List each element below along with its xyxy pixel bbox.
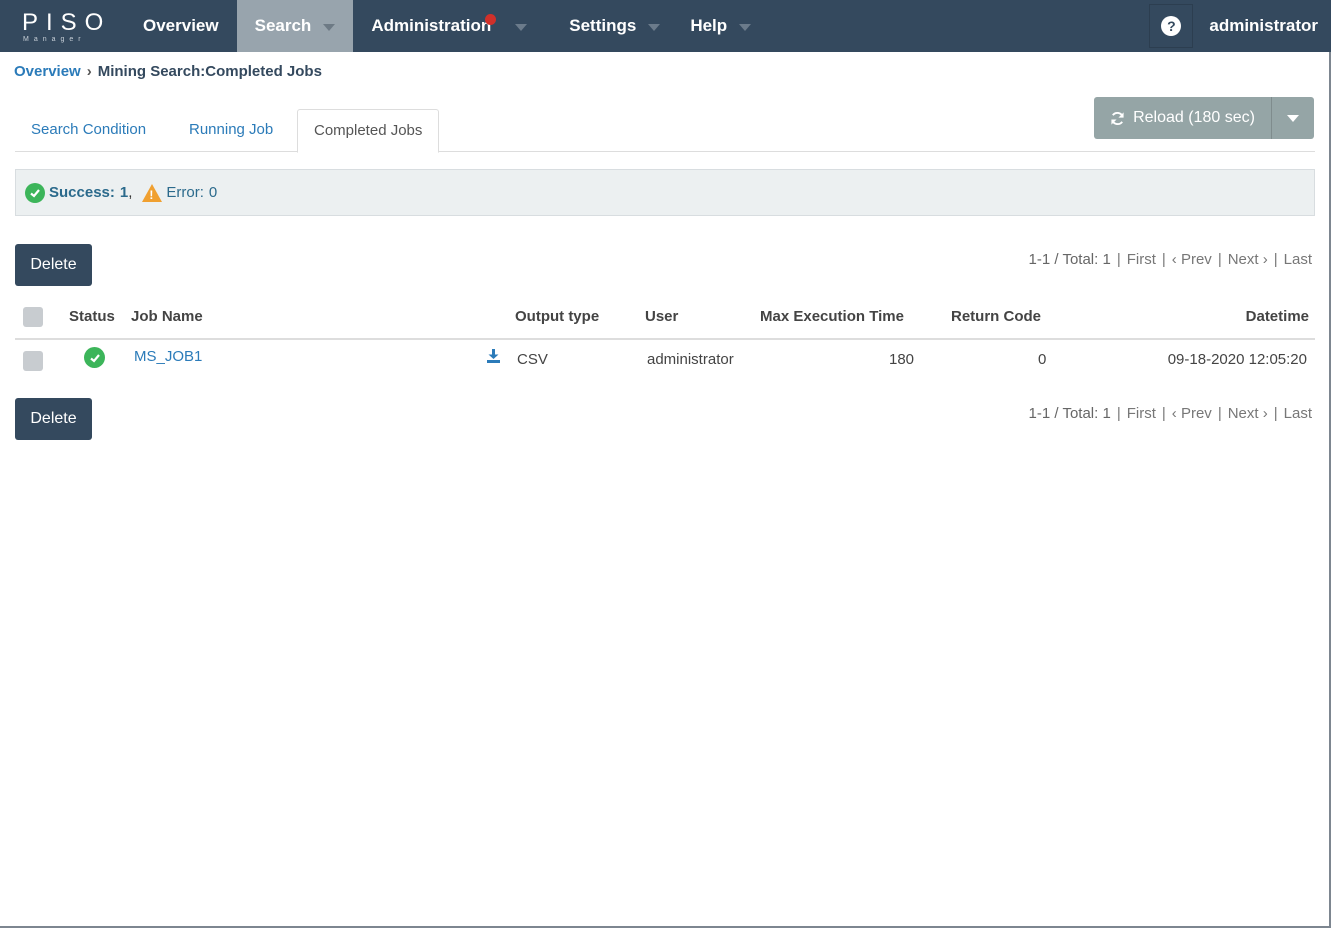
pagination-first[interactable]: First bbox=[1127, 405, 1156, 422]
pagination-separator: | bbox=[1161, 251, 1166, 268]
breadcrumb-current: Mining Search:Completed Jobs bbox=[97, 63, 322, 80]
job-status-summary: Success: 1 , ! Error: 0 bbox=[15, 169, 1315, 216]
success-label: Success: bbox=[49, 184, 115, 201]
status-comma: , bbox=[128, 184, 133, 201]
breadcrumb-overview-link[interactable]: Overview bbox=[14, 63, 81, 80]
pagination-first[interactable]: First bbox=[1127, 251, 1156, 268]
header-return-code[interactable]: Return Code bbox=[951, 308, 1041, 325]
logo-text: PISO bbox=[22, 9, 112, 36]
select-all-checkbox[interactable] bbox=[23, 307, 43, 327]
nav-overview[interactable]: Overview bbox=[124, 0, 237, 52]
success-check-icon bbox=[25, 182, 45, 203]
user-cell: administrator bbox=[647, 351, 734, 368]
pagination-separator: | bbox=[1116, 405, 1121, 422]
tab-search-condition[interactable]: Search Condition bbox=[15, 109, 162, 152]
breadcrumb-separator: › bbox=[86, 63, 92, 80]
chevron-down-icon bbox=[648, 23, 661, 31]
user-menu[interactable]: administrator bbox=[1209, 16, 1318, 36]
tab-running-job[interactable]: Running Job bbox=[173, 109, 289, 152]
header-user[interactable]: User bbox=[645, 308, 678, 325]
question-icon: ? bbox=[1161, 16, 1182, 36]
tab-completed-jobs[interactable]: Completed Jobs bbox=[297, 109, 440, 153]
output-type-cell: CSV bbox=[517, 351, 548, 368]
pagination-top: 1-1 / Total: 1 | First | ‹ Prev | Next ›… bbox=[1029, 251, 1312, 268]
pagination-prev[interactable]: ‹ Prev bbox=[1172, 405, 1212, 422]
chevron-down-icon bbox=[739, 23, 752, 31]
breadcrumb: Overview › Mining Search:Completed Jobs bbox=[14, 63, 322, 80]
max-exec-cell: 180 bbox=[889, 351, 915, 368]
completed-jobs-table: Status Job Name Output type User Max Exe… bbox=[15, 297, 1315, 378]
row-checkbox[interactable] bbox=[23, 351, 43, 371]
reload-dropdown-toggle[interactable] bbox=[1271, 97, 1314, 139]
pagination-separator: | bbox=[1273, 405, 1278, 422]
nav-search[interactable]: Search bbox=[236, 0, 354, 52]
nav-settings-label: Settings bbox=[569, 16, 637, 35]
reload-button[interactable]: Reload (180 sec) bbox=[1094, 97, 1271, 139]
header-job-name[interactable]: Job Name bbox=[131, 308, 203, 325]
pagination-prev[interactable]: ‹ Prev bbox=[1172, 251, 1212, 268]
nav-search-label: Search bbox=[254, 16, 312, 35]
delete-button-top[interactable]: Delete bbox=[15, 244, 92, 286]
caret-down-icon bbox=[1287, 114, 1299, 122]
return-code-cell: 0 bbox=[1038, 351, 1047, 368]
pagination-next[interactable]: Next › bbox=[1228, 251, 1268, 268]
nav-settings[interactable]: Settings bbox=[557, 0, 678, 52]
success-check-icon bbox=[84, 347, 105, 368]
pagination-separator: | bbox=[1217, 405, 1222, 422]
header-datetime[interactable]: Datetime bbox=[1246, 308, 1309, 325]
datetime-cell: 09-18-2020 12:05:20 bbox=[1167, 351, 1307, 368]
logo-subtext: Manager bbox=[23, 36, 86, 43]
table-row: MS_JOB1 CSV administrator 180 0 09-18-20… bbox=[15, 340, 1315, 378]
pagination-separator: | bbox=[1273, 251, 1278, 268]
header-status[interactable]: Status bbox=[69, 308, 115, 325]
pagination-separator: | bbox=[1217, 251, 1222, 268]
pagination-range: 1-1 / Total: 1 bbox=[1028, 405, 1111, 422]
header-max-execution-time[interactable]: Max Execution Time bbox=[760, 308, 904, 325]
notification-dot-icon bbox=[485, 14, 497, 25]
warning-icon: ! bbox=[142, 183, 163, 202]
nav-administration-label: Administration bbox=[371, 16, 492, 35]
help-button[interactable]: ? bbox=[1149, 4, 1194, 48]
reload-button-group: Reload (180 sec) bbox=[1094, 97, 1314, 139]
pagination-bottom: 1-1 / Total: 1 | First | ‹ Prev | Next ›… bbox=[1029, 405, 1312, 422]
chevron-down-icon bbox=[323, 23, 336, 31]
error-count: 0 bbox=[208, 184, 218, 201]
nav-administration[interactable]: Administration bbox=[353, 0, 557, 52]
job-name-link[interactable]: MS_JOB1 bbox=[134, 348, 202, 365]
pagination-separator: | bbox=[1116, 251, 1121, 268]
piso-logo[interactable]: PISO Manager bbox=[0, 0, 124, 52]
pagination-last[interactable]: Last bbox=[1284, 405, 1312, 422]
header-output-type[interactable]: Output type bbox=[515, 308, 599, 325]
pagination-last[interactable]: Last bbox=[1284, 251, 1312, 268]
error-label: Error: bbox=[166, 184, 204, 201]
pagination-range: 1-1 / Total: 1 bbox=[1028, 251, 1111, 268]
pagination-next[interactable]: Next › bbox=[1228, 405, 1268, 422]
navbar-right: ? administrator bbox=[1149, 0, 1331, 52]
success-count: 1 bbox=[119, 184, 129, 201]
table-header: Status Job Name Output type User Max Exe… bbox=[15, 297, 1315, 340]
nav-help-label: Help bbox=[690, 16, 728, 35]
top-navbar: PISO Manager Overview Search Administrat… bbox=[0, 0, 1331, 52]
chevron-down-icon bbox=[515, 23, 528, 31]
refresh-icon bbox=[1111, 111, 1124, 125]
nav-help[interactable]: Help bbox=[678, 0, 769, 52]
reload-label: Reload (180 sec) bbox=[1133, 109, 1255, 126]
download-icon[interactable] bbox=[486, 349, 501, 367]
delete-button-bottom[interactable]: Delete bbox=[15, 398, 92, 440]
nav-overview-label: Overview bbox=[143, 16, 219, 35]
pagination-separator: | bbox=[1161, 405, 1166, 422]
